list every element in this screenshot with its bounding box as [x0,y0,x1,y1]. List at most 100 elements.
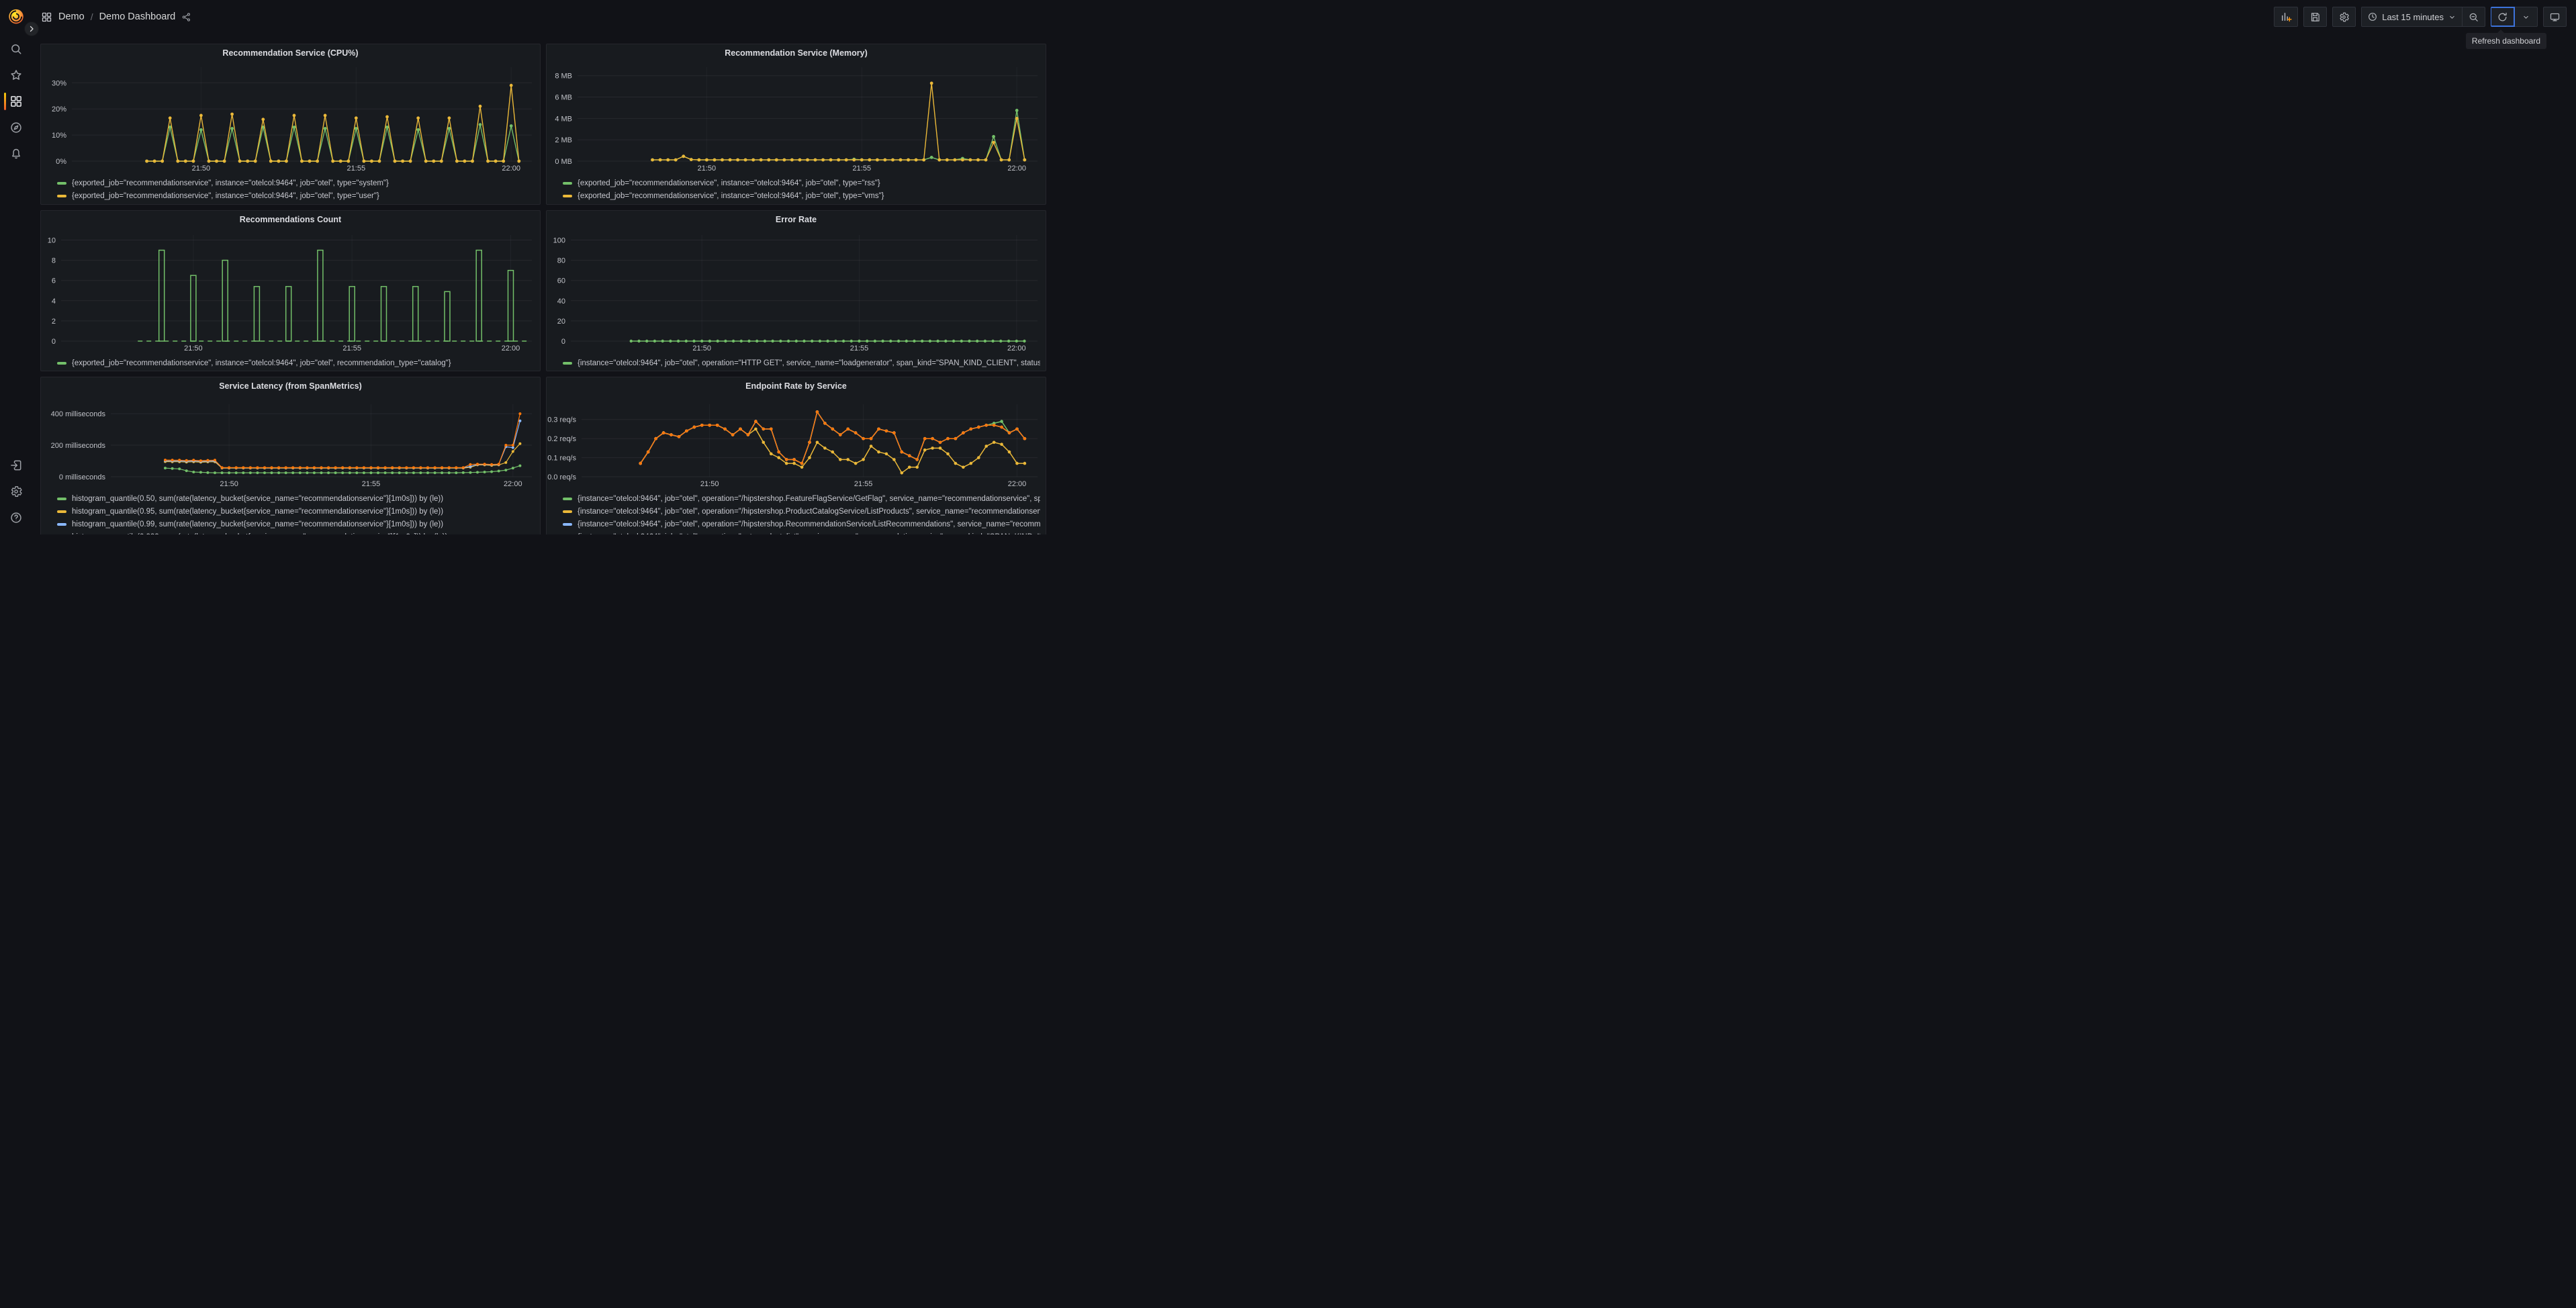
panel-title[interactable]: Endpoint Rate by Service [547,377,1046,395]
svg-text:30%: 30% [52,79,66,87]
dashboards-grid-icon [42,12,52,21]
breadcrumb-section[interactable]: Demo [58,11,85,22]
svg-text:21:55: 21:55 [342,344,361,353]
svg-text:22:00: 22:00 [1007,344,1026,353]
series-color-swatch [57,181,66,185]
zoom-out-icon [2469,13,2478,21]
series-color-swatch [563,194,572,197]
legend-item[interactable]: {exported_job="recommendationservice", i… [57,177,535,189]
svg-text:2 MB: 2 MB [555,136,572,144]
svg-text:22:00: 22:00 [1008,480,1027,488]
top-nav: Demo / Demo Dashboard Last 15 minutes [32,0,2576,34]
panel-title[interactable]: Recommendation Service (CPU%) [41,44,540,62]
svg-text:2: 2 [52,318,56,326]
panel-title[interactable]: Recommendation Service (Memory) [547,44,1046,62]
legend-item[interactable]: {instance="otelcol:9464", job="otel", op… [563,505,1040,518]
breadcrumb-page[interactable]: Demo Dashboard [99,11,176,22]
legend-item[interactable]: {exported_job="recommendationservice", i… [563,177,1040,189]
chevron-down-icon [2524,15,2528,19]
timeseries-chart[interactable]: 21:50 21:55 22:00 0 MB 2 MB 4 MB 6 MB 8 MB [547,62,1046,175]
sidebar-item-sign-in[interactable] [0,458,32,473]
legend-item[interactable]: {exported_job="recommendationservice", i… [563,189,1040,202]
svg-text:10: 10 [48,237,56,245]
legend-item[interactable]: {exported_job="recommendationservice", i… [57,357,535,369]
sidebar-item-server-admin[interactable] [0,484,32,499]
panel-recommendations-count: Recommendations Count 21:50 21:55 22:00 0 2 4… [40,210,541,371]
refresh-icon [2498,12,2507,21]
timeseries-chart[interactable]: 21:50 21:55 22:00 0.0 req/s 0.1 req/s 0.2 req… [547,395,1046,490]
svg-text:400 milliseconds: 400 milliseconds [51,410,106,418]
sidebar-item-search[interactable] [0,42,32,56]
panel-title[interactable]: Recommendations Count [41,211,540,228]
sidebar-item-dashboards[interactable] [0,93,32,110]
series-label: histogram_quantile(0.95, sum(rate(latenc… [72,507,444,516]
refresh-tooltip: Refresh dashboard [2465,30,2546,49]
svg-text:21:50: 21:50 [184,344,203,353]
series-color-swatch [57,497,66,500]
series-label: {exported_job="recommendationservice", i… [578,191,884,200]
series-color-swatch [563,510,572,513]
svg-text:21:55: 21:55 [854,480,873,488]
legend-item[interactable]: histogram_quantile(0.50, sum(rate(latenc… [57,492,535,505]
timeseries-chart[interactable]: 21:50 21:55 22:00 0 milliseconds 200 millise… [41,395,540,490]
sidebar-item-starred[interactable] [0,68,32,83]
clock-icon [2368,13,2377,21]
series-color-swatch [57,510,66,513]
svg-text:4 MB: 4 MB [555,115,572,123]
svg-text:10%: 10% [52,132,66,140]
legend-item[interactable]: {instance="otelcol:9464", job="otel", op… [563,357,1040,369]
svg-text:0.2 req/s: 0.2 req/s [547,435,576,443]
legend-item[interactable]: histogram_quantile(0.95, sum(rate(latenc… [57,505,535,518]
dashboard-settings-button[interactable] [2332,7,2356,27]
svg-text:21:50: 21:50 [220,480,238,488]
legend-item[interactable]: histogram_quantile(0.999, sum(rate(laten… [57,530,535,535]
legend-item[interactable]: {instance="otelcol:9464", job="otel", op… [563,518,1040,530]
series-label: {instance="otelcol:9464", job="otel", op… [578,507,1040,516]
svg-text:0.3 req/s: 0.3 req/s [547,416,576,424]
grafana-logo[interactable] [7,7,26,26]
refresh-interval-button[interactable] [2515,7,2538,27]
save-icon [2311,12,2320,21]
time-range-picker[interactable]: Last 15 minutes [2361,7,2463,27]
legend-item[interactable]: {instance="otelcol:9464", job="otel", op… [563,530,1040,535]
svg-text:21:50: 21:50 [692,344,711,353]
gear-icon [2340,12,2350,21]
timeseries-chart[interactable]: 21:50 21:55 22:00 0 20 40 60 80 100 [547,228,1046,355]
timeseries-chart[interactable]: 21:50 21:55 22:00 0 2 4 6 8 10 [41,228,540,355]
timeseries-chart[interactable]: 21:50 21:55 22:00 0% 10% 20% 30% [41,62,540,175]
save-dashboard-button[interactable] [2303,7,2328,27]
svg-text:21:50: 21:50 [698,165,717,173]
series-label: {exported_job="recommendationservice", i… [72,191,379,200]
chevron-down-icon [2450,15,2454,19]
legend-item[interactable]: histogram_quantile(0.99, sum(rate(latenc… [57,518,535,530]
sidebar-item-help[interactable] [0,510,32,525]
add-panel-button[interactable] [2274,7,2299,27]
series-label: {exported_job="recommendationservice", i… [578,179,880,187]
svg-text:0 MB: 0 MB [555,158,572,166]
svg-text:8 MB: 8 MB [555,73,572,81]
sidebar-item-explore[interactable] [0,120,32,135]
panel-endpoint-rate: Endpoint Rate by Service 21:50 21:55 22:00… [546,377,1046,534]
zoom-out-time-button[interactable] [2463,7,2485,27]
series-label: {exported_job="recommendationservice", i… [72,359,451,367]
panel-title[interactable]: Error Rate [547,211,1046,228]
legend-item[interactable]: {exported_job="recommendationservice", i… [57,189,535,202]
sidebar-item-alerting[interactable] [0,146,32,161]
panel-recommendation-service-memory: Recommendation Service (Memory) 21:50 21:… [546,44,1046,205]
svg-text:0: 0 [561,338,565,346]
legend-item[interactable]: {instance="otelcol:9464", job="otel", op… [563,492,1040,505]
refresh-group [2491,7,2538,27]
toolbar: Last 15 minutes [2274,7,2567,27]
tv-mode-button[interactable] [2543,7,2567,27]
svg-text:40: 40 [557,297,565,306]
expand-sidebar-button[interactable] [24,21,39,36]
refresh-dashboard-button[interactable] [2491,7,2515,27]
share-icon[interactable] [181,12,191,22]
svg-text:21:50: 21:50 [192,165,211,173]
svg-text:21:55: 21:55 [362,480,381,488]
panel-legend: {instance="otelcol:9464", job="otel", op… [547,490,1046,534]
series-label: histogram_quantile(0.99, sum(rate(latenc… [72,520,444,528]
svg-text:21:55: 21:55 [347,165,366,173]
panel-title[interactable]: Service Latency (from SpanMetrics) [41,377,540,395]
gear-icon [11,485,22,498]
